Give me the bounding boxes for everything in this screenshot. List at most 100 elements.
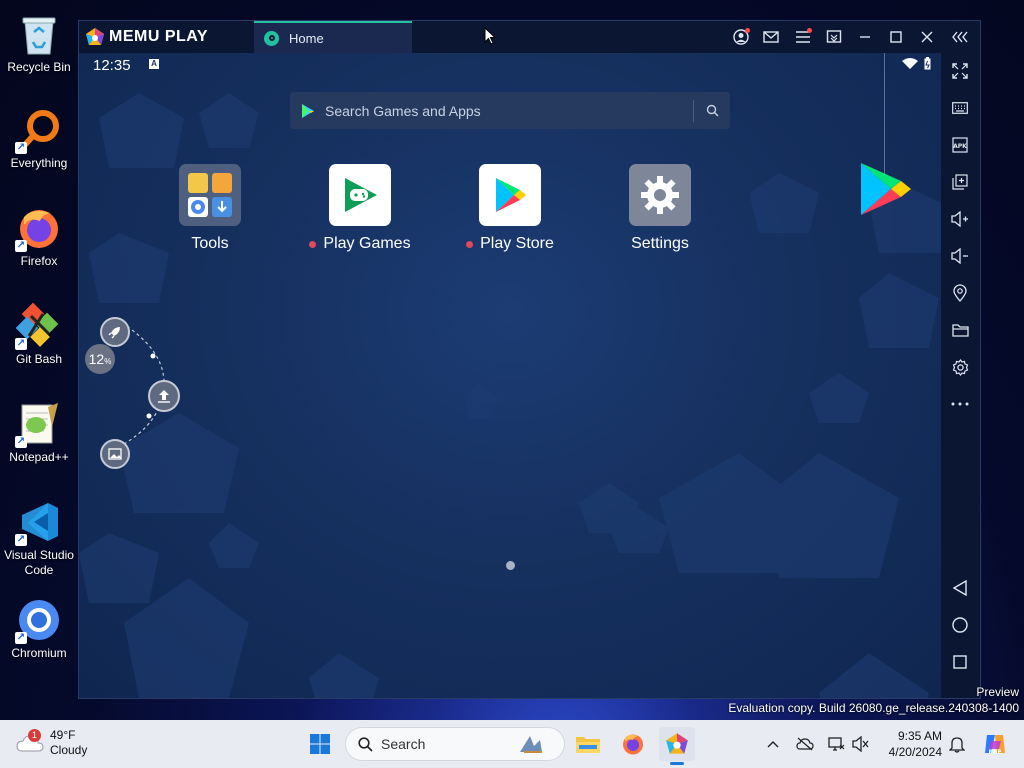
new-app-dot bbox=[466, 240, 474, 248]
taskbar: 1 49°F Cloudy Search 9:35 AM 4/20/2024 P… bbox=[0, 720, 1024, 768]
app-label-text: Play Games bbox=[323, 235, 411, 252]
notification-badge: A bbox=[149, 59, 159, 69]
collapse-sidebar-button[interactable] bbox=[950, 27, 970, 47]
watermark-preview: Preview bbox=[976, 685, 1019, 699]
copilot-button[interactable]: PRE bbox=[982, 734, 1008, 755]
show-hidden-icons-button[interactable] bbox=[763, 734, 783, 754]
shared-folder-button[interactable] bbox=[950, 320, 970, 340]
account-button[interactable] bbox=[731, 27, 751, 47]
fullscreen-button[interactable] bbox=[950, 61, 970, 81]
desktop-icon-label: Notepad++ bbox=[9, 450, 69, 464]
multi-window-button[interactable] bbox=[824, 27, 844, 47]
shortcut-arrow-icon: ↗ bbox=[15, 534, 27, 546]
location-pin-icon bbox=[953, 284, 967, 302]
maximize-button[interactable] bbox=[886, 27, 906, 47]
app-label: Settings bbox=[600, 235, 720, 253]
desktop-icon-everything[interactable]: ↗ Everything bbox=[0, 106, 78, 171]
volume-up-icon bbox=[951, 211, 968, 227]
multi-instance-button[interactable] bbox=[950, 172, 970, 192]
menu-button[interactable] bbox=[793, 27, 813, 47]
taskbar-search[interactable]: Search bbox=[345, 727, 565, 761]
more-button[interactable] bbox=[950, 394, 970, 414]
maximize-icon bbox=[890, 31, 902, 43]
search-button[interactable] bbox=[694, 104, 730, 117]
taskbar-time: 9:35 AM bbox=[897, 729, 942, 743]
recent-square-icon bbox=[953, 655, 967, 669]
bell-icon bbox=[949, 737, 965, 753]
android-status-bar: 12:35 A bbox=[79, 53, 941, 77]
memu-logo: MEMU PLAY bbox=[85, 27, 208, 47]
search-icon bbox=[706, 104, 718, 117]
network-tray[interactable] bbox=[826, 734, 846, 754]
memory-percent-badge[interactable]: 12% bbox=[85, 344, 115, 374]
back-button[interactable] bbox=[950, 578, 970, 598]
taskbar-memu[interactable] bbox=[659, 727, 695, 765]
svg-text:PRE: PRE bbox=[988, 749, 1001, 755]
search-highlight-icon bbox=[520, 736, 542, 753]
emulator-toolbar: APK bbox=[941, 53, 980, 698]
firefox-icon bbox=[623, 734, 643, 755]
close-button[interactable] bbox=[917, 27, 937, 47]
volume-tray[interactable] bbox=[851, 734, 871, 754]
tab-label: Home bbox=[289, 30, 324, 46]
gear-icon bbox=[952, 358, 968, 376]
image-icon bbox=[108, 448, 122, 460]
rocket-icon bbox=[108, 327, 120, 339]
weather-condition: Cloudy bbox=[50, 743, 88, 757]
weather-widget[interactable]: 1 49°F Cloudy bbox=[16, 728, 87, 758]
app-label: Play Games bbox=[300, 235, 420, 253]
double-chevron-left-icon bbox=[952, 31, 968, 43]
memu-logo-text: MEMU PLAY bbox=[109, 28, 209, 45]
settings-button[interactable] bbox=[950, 357, 970, 377]
mail-button[interactable] bbox=[761, 27, 781, 47]
screenshot-button[interactable] bbox=[100, 439, 130, 469]
folder-icon bbox=[951, 324, 969, 337]
app-tools[interactable]: Tools bbox=[150, 164, 270, 253]
memu-window: MEMU PLAY Home 12:35 A Search Games and … bbox=[78, 20, 981, 699]
app-settings[interactable]: Settings bbox=[600, 164, 720, 253]
search-bar[interactable]: Search Games and Apps bbox=[290, 92, 730, 129]
desktop-icon-recycle-bin[interactable]: Recycle Bin bbox=[0, 10, 78, 75]
rocket-button[interactable] bbox=[100, 317, 130, 347]
tab-home[interactable]: Home bbox=[254, 21, 412, 53]
desktop-icon-vscode[interactable]: ↗ Visual Studio Code bbox=[0, 498, 78, 578]
watermark-build: Evaluation copy. Build 26080.ge_release.… bbox=[728, 701, 1019, 715]
wifi-icon bbox=[902, 57, 918, 69]
background-pentagon-pattern bbox=[79, 93, 941, 698]
desktop-icon-firefox[interactable]: ↗ Firefox bbox=[0, 204, 78, 269]
taskbar-search-label: Search bbox=[381, 736, 426, 752]
app-label-text: Play Store bbox=[480, 235, 554, 252]
more-dots-icon bbox=[951, 402, 969, 406]
onedrive-tray[interactable] bbox=[795, 734, 815, 754]
desktop-icon-chromium[interactable]: ↗ Chromium bbox=[0, 596, 78, 661]
volume-up-button[interactable] bbox=[950, 209, 970, 229]
memory-percent: 12 bbox=[88, 351, 105, 367]
shortcut-arrow-icon: ↗ bbox=[15, 142, 27, 154]
app-play-store[interactable]: Play Store bbox=[450, 164, 570, 253]
recent-apps-button[interactable] bbox=[950, 652, 970, 672]
taskbar-clock[interactable]: 9:35 AM 4/20/2024 bbox=[880, 728, 942, 760]
minimize-button[interactable] bbox=[855, 27, 875, 47]
play-store-promo-icon[interactable] bbox=[859, 161, 911, 217]
app-label-text: Settings bbox=[631, 235, 689, 252]
network-icon bbox=[828, 737, 845, 751]
home-button[interactable] bbox=[950, 615, 970, 635]
upload-button[interactable] bbox=[148, 380, 180, 412]
apk-button[interactable]: APK bbox=[950, 135, 970, 155]
keyboard-button[interactable] bbox=[950, 98, 970, 118]
battery-icon bbox=[924, 57, 931, 70]
chromium-icon: ↗ bbox=[15, 596, 63, 644]
location-button[interactable] bbox=[950, 283, 970, 303]
desktop-icon-git-bash[interactable]: ↗ Git Bash bbox=[0, 302, 78, 367]
volume-down-button[interactable] bbox=[950, 246, 970, 266]
weather-temp: 49°F bbox=[50, 728, 76, 742]
start-button[interactable] bbox=[302, 727, 338, 761]
notifications-button[interactable] bbox=[947, 734, 967, 754]
taskbar-file-explorer[interactable] bbox=[570, 727, 606, 761]
desktop-icon-notepadpp[interactable]: ↗ Notepad++ bbox=[0, 400, 78, 465]
minimize-icon bbox=[860, 36, 870, 38]
app-play-games[interactable]: Play Games bbox=[300, 164, 420, 253]
taskbar-firefox[interactable] bbox=[615, 727, 651, 761]
desktop-icon-label: Visual Studio Code bbox=[4, 548, 74, 577]
desktop-icon-label: Firefox bbox=[20, 254, 58, 268]
